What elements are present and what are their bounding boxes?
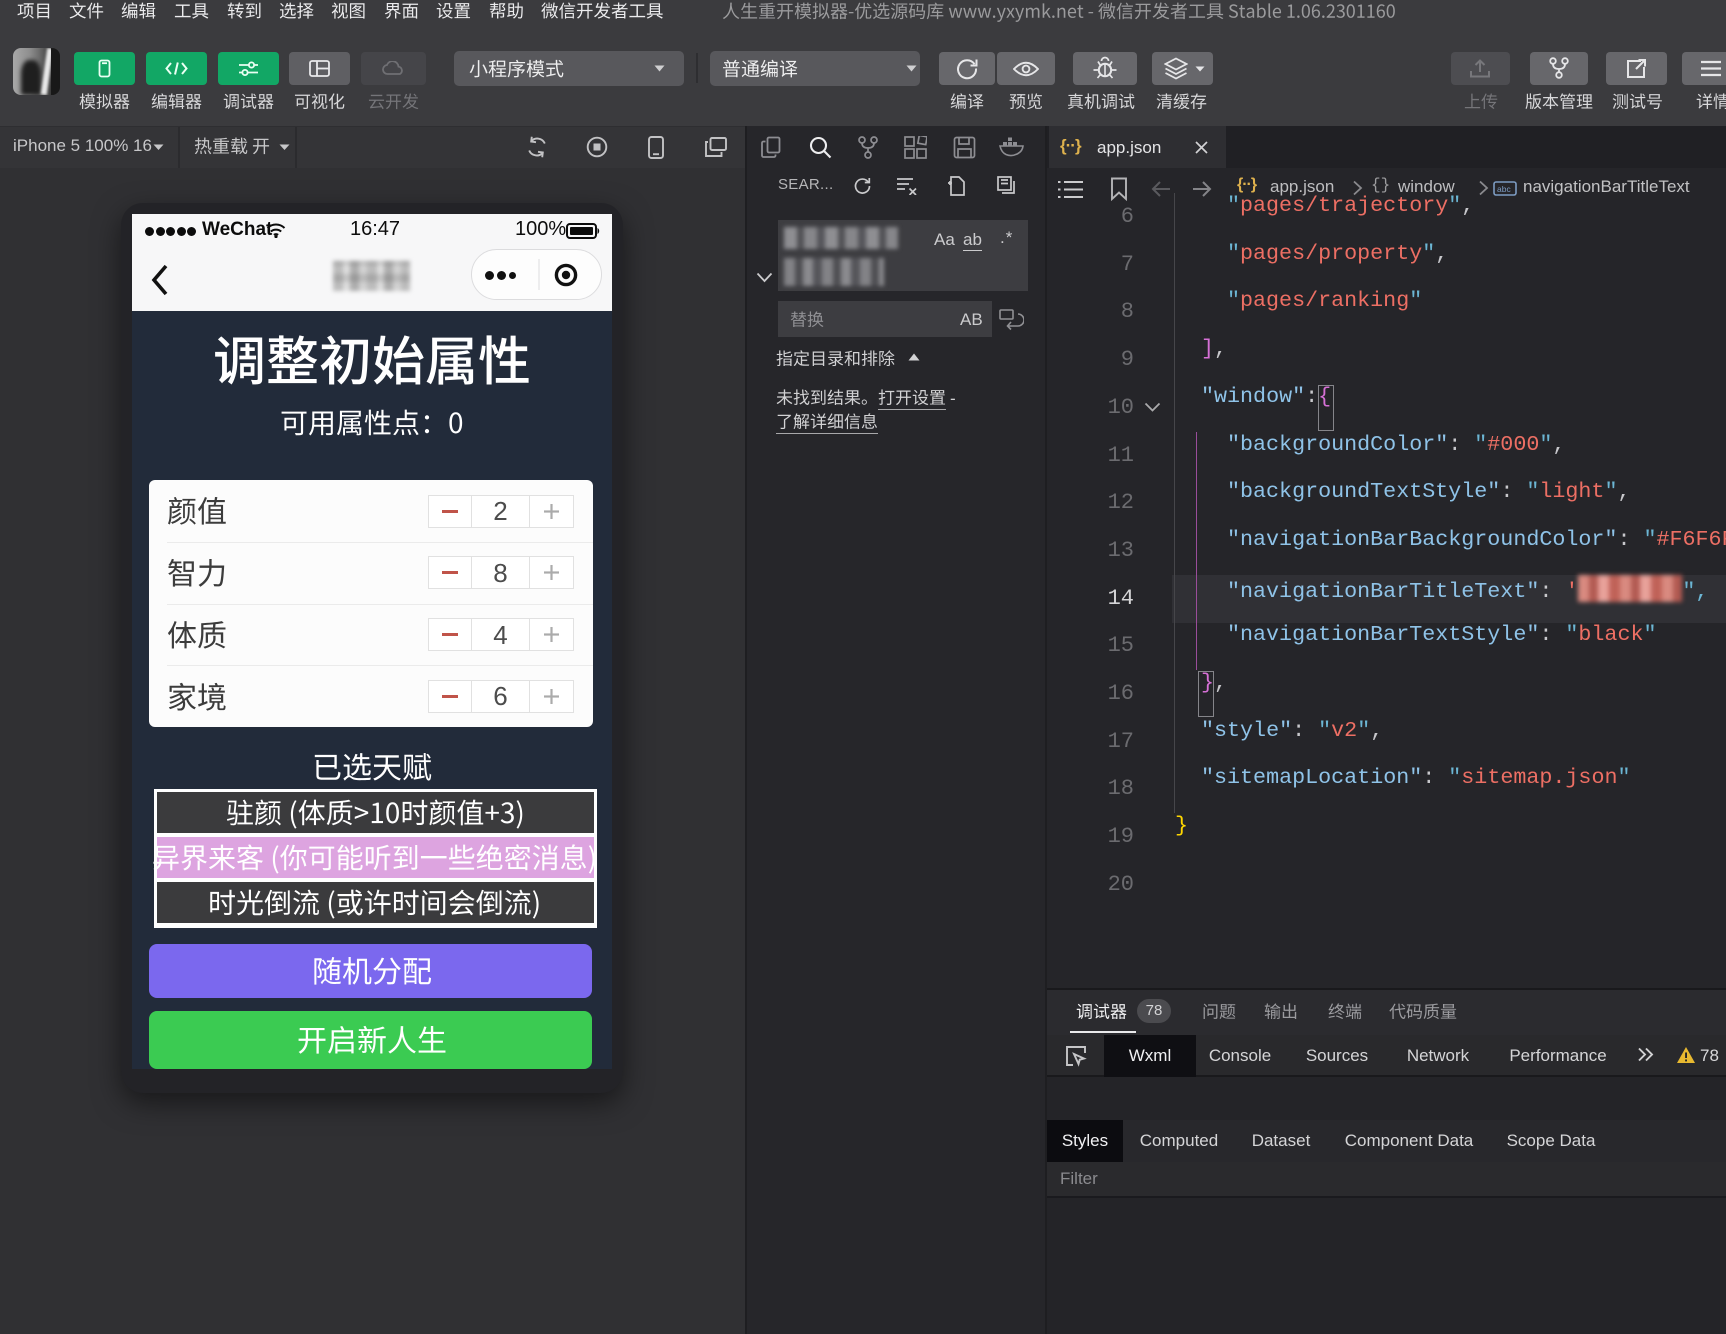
svg-text:abc: abc <box>1497 184 1511 194</box>
